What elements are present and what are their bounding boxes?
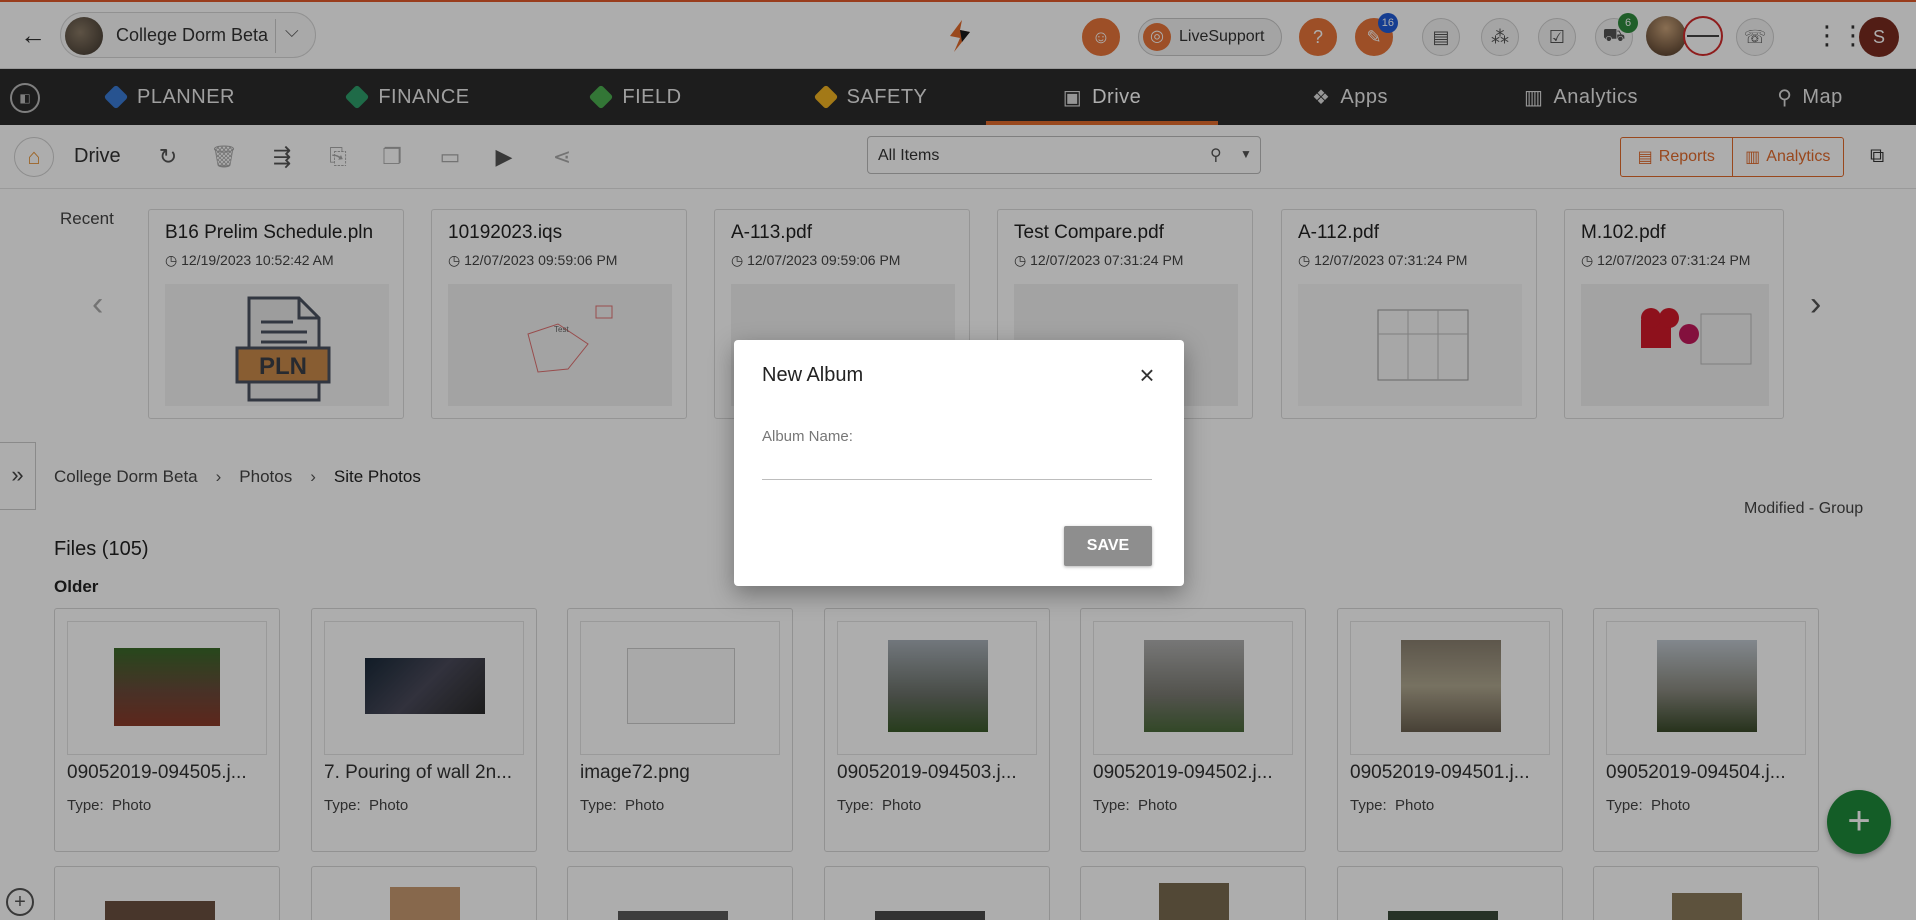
close-icon[interactable]: × [1132,360,1162,390]
album-name-input[interactable] [762,448,1152,480]
save-button[interactable]: SAVE [1064,526,1152,566]
new-album-dialog: New Album × Album Name: SAVE [734,340,1184,586]
album-name-label: Album Name: [762,428,853,445]
dialog-title: New Album [762,364,864,386]
